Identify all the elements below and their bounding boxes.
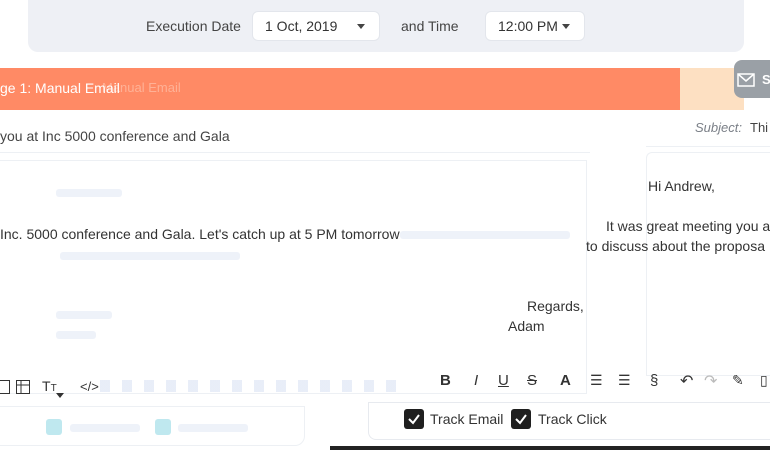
- send-button-label: S: [762, 72, 770, 87]
- ghost-line: [70, 424, 140, 432]
- email-body-line-1[interactable]: It was great meeting you a: [606, 218, 770, 234]
- undo-icon[interactable]: ↶: [680, 371, 693, 391]
- redo-icon[interactable]: ↷: [704, 371, 717, 391]
- execution-date-select[interactable]: 1 Oct, 2019: [252, 11, 380, 41]
- italic-icon[interactable]: I: [474, 372, 478, 389]
- strikethrough-icon[interactable]: S: [527, 372, 537, 389]
- track-click-label: Track Click: [538, 411, 607, 427]
- ghost-line: [400, 231, 570, 239]
- pen-icon[interactable]: ✎: [732, 372, 744, 389]
- stage-title: ge 1: Manual Email: [0, 80, 120, 96]
- ghost-line: [56, 189, 122, 197]
- track-click-checkbox-ghost: [155, 419, 171, 435]
- email-body-line[interactable]: Inc. 5000 conference and Gala. Let's cat…: [0, 226, 400, 242]
- email-greeting[interactable]: Hi Andrew,: [648, 178, 715, 194]
- font-size-icon[interactable]: TT: [42, 378, 57, 394]
- track-email-checkbox-ghost: [46, 419, 62, 435]
- ordered-list-icon[interactable]: ☰: [590, 372, 603, 389]
- ghost-line: [60, 252, 240, 260]
- execution-bar: [28, 0, 744, 52]
- font-color-icon[interactable]: A: [560, 372, 571, 389]
- image-icon[interactable]: [0, 380, 10, 394]
- code-view-icon[interactable]: </>: [80, 379, 99, 394]
- chevron-down-icon: [357, 24, 365, 29]
- subject-value[interactable]: Thi: [750, 120, 768, 135]
- more-icon[interactable]: ▯: [760, 372, 768, 389]
- track-click-checkbox[interactable]: [511, 409, 531, 429]
- email-signature[interactable]: Adam: [508, 318, 545, 334]
- subject-text[interactable]: you at Inc 5000 conference and Gala: [0, 128, 230, 144]
- link-icon[interactable]: §: [650, 372, 658, 389]
- divider: [646, 146, 770, 147]
- underline-icon[interactable]: U: [498, 372, 509, 389]
- execution-time-value: 12:00 PM: [498, 18, 558, 34]
- unordered-list-icon[interactable]: ☰: [618, 372, 631, 389]
- chevron-down-icon: [562, 24, 570, 29]
- execution-time-select[interactable]: 12:00 PM: [485, 11, 585, 41]
- subject-label: Subject:: [695, 120, 742, 135]
- email-body-line-2[interactable]: to discuss about the proposa: [586, 238, 765, 254]
- bottom-edge-bar: [330, 446, 770, 450]
- email-regards[interactable]: Regards,: [527, 298, 584, 314]
- toolbar-ghost: [100, 380, 400, 392]
- ghost-line: [56, 311, 112, 319]
- time-label: and Time: [401, 18, 459, 34]
- ghost-line: [56, 331, 96, 339]
- checkmark-icon: [515, 414, 527, 425]
- divider: [0, 152, 590, 153]
- ghost-line: [178, 424, 248, 432]
- execution-date-label: Execution Date: [146, 18, 241, 34]
- table-icon[interactable]: [16, 380, 30, 394]
- bold-icon[interactable]: B: [440, 372, 451, 389]
- chevron-down-icon: [56, 393, 64, 398]
- track-email-label: Track Email: [430, 411, 504, 427]
- checkmark-icon: [408, 414, 420, 425]
- track-email-checkbox[interactable]: [404, 409, 424, 429]
- execution-date-value: 1 Oct, 2019: [265, 18, 338, 34]
- mail-icon: [737, 73, 755, 87]
